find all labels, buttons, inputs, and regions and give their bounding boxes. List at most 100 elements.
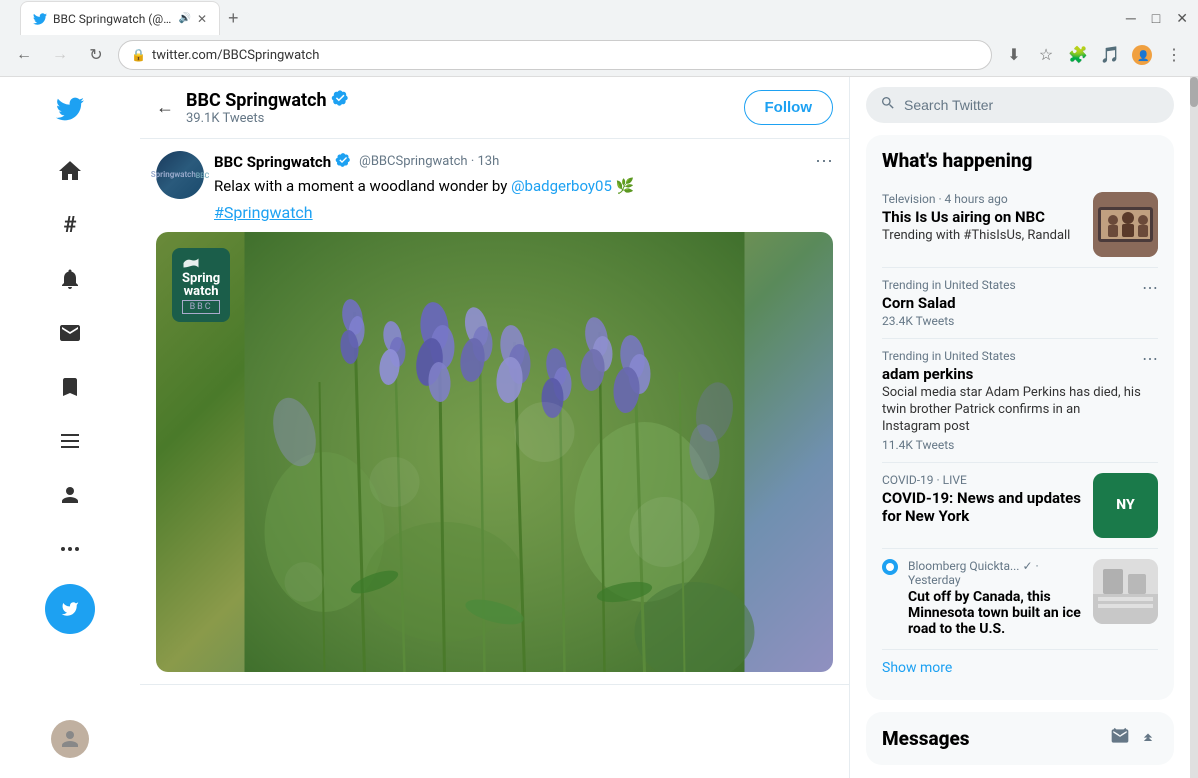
lock-icon: 🔒	[131, 48, 146, 62]
tweet-author-row: BBC Springwatch @BBCSpringwatch · 13h ⋯	[214, 151, 833, 172]
tweet-verified-badge	[335, 152, 351, 172]
browser-tab[interactable]: BBC Springwatch (@BBCSpr... 🔊 ✕	[20, 1, 220, 35]
sidebar-item-more[interactable]	[45, 524, 95, 574]
springwatch-watermark: Spring watch BBC	[172, 248, 230, 322]
trending-minnesota-row: Bloomberg Quickta... ✓ · Yesterday Cut o…	[882, 559, 1158, 639]
tweet-emoji: 🌿	[616, 177, 635, 195]
window-controls: ─ □ ✕	[1126, 10, 1188, 27]
close-button[interactable]: ✕	[1176, 10, 1188, 27]
sidebar-item-profile[interactable]	[45, 470, 95, 520]
trending-box: What's happening Television · 4 hours ag…	[866, 135, 1174, 700]
trending-item-content-row: Television · 4 hours ago This Is Us airi…	[882, 192, 1158, 257]
trending-meta-covid: COVID-19 · LIVE	[882, 473, 1083, 487]
tweet-mention[interactable]: @badgerboy05	[511, 177, 612, 195]
tweet-author-avatar[interactable]: Spring watch BBC	[156, 151, 204, 199]
trending-item-covid[interactable]: COVID-19 · LIVE COVID-19: News and updat…	[882, 463, 1158, 549]
profile-avatar-icon[interactable]: 👤	[1128, 41, 1156, 69]
forward-nav-button[interactable]: →	[46, 41, 74, 69]
trending-meta-corn: Trending in United States	[882, 278, 1016, 292]
trending-covid-row: COVID-19 · LIVE COVID-19: News and updat…	[882, 473, 1158, 538]
right-scrollbar[interactable]	[1190, 77, 1198, 778]
trending-desc: Trending with #ThisIsUs, Randall	[882, 228, 1083, 245]
trending-name-adam: adam perkins	[882, 365, 1142, 383]
tweet-hashtag-line: #Springwatch	[214, 203, 833, 222]
sidebar-item-messages[interactable]	[45, 308, 95, 358]
tab-title: BBC Springwatch (@BBCSpr...	[53, 12, 172, 26]
address-actions: ⬇ ☆ 🧩 🎵 👤 ⋮	[1000, 41, 1188, 69]
trending-name-corn: Corn Salad	[882, 294, 1016, 312]
profile-header-left: ← BBC Springwatch 39.1K Tweets	[156, 89, 349, 126]
sidebar: #	[0, 77, 140, 778]
address-bar: ← → ↻ 🔒 twitter.com/BBCSpringwatch ⬇ ☆ 🧩…	[0, 36, 1198, 76]
sidebar-item-bookmarks[interactable]	[45, 362, 95, 412]
trending-count-corn: 23.4K Tweets	[882, 314, 1016, 328]
trending-item-header-adam: Trending in United States adam perkins S…	[882, 349, 1158, 452]
download-icon[interactable]: ⬇	[1000, 41, 1028, 69]
tweet-author-name: BBC Springwatch	[214, 153, 331, 171]
trending-meta-adam: Trending in United States	[882, 349, 1142, 363]
sidebar-item-lists[interactable]	[45, 416, 95, 466]
refresh-button[interactable]: ↻	[82, 41, 110, 69]
trending-text: Trending in United States Corn Salad 23.…	[882, 278, 1016, 328]
trending-meta: Television · 4 hours ago	[882, 192, 1083, 206]
url-bar[interactable]: 🔒 twitter.com/BBCSpringwatch	[118, 40, 992, 70]
profile-header: ← BBC Springwatch 39.1K Tweets Follow	[140, 77, 849, 139]
trending-title: What's happening	[882, 149, 1158, 172]
trending-item-header: Trending in United States Corn Salad 23.…	[882, 278, 1158, 328]
extensions-icon[interactable]: 🧩	[1064, 41, 1092, 69]
tweet-more-button[interactable]: ⋯	[815, 151, 833, 172]
trending-more-corn[interactable]: ⋯	[1142, 278, 1158, 297]
svg-text:👤: 👤	[1137, 49, 1149, 62]
bloomberg-avatar	[882, 559, 898, 575]
messages-box: Messages	[866, 712, 1174, 765]
trending-minnesota-text: Bloomberg Quickta... ✓ · Yesterday Cut o…	[908, 559, 1083, 639]
sidebar-item-home[interactable]	[45, 146, 95, 196]
sidebar-item-explore[interactable]: #	[45, 200, 95, 250]
messages-title: Messages	[882, 727, 970, 750]
tweet-hashtag[interactable]: #Springwatch	[214, 203, 313, 222]
chrome-menu-icon[interactable]: ⋮	[1160, 41, 1188, 69]
profile-name-block: BBC Springwatch 39.1K Tweets	[186, 89, 349, 126]
trending-meta-minn: Bloomberg Quickta... ✓ · Yesterday	[908, 559, 1083, 587]
title-bar: BBC Springwatch (@BBCSpr... 🔊 ✕ + ─ □ ✕	[0, 0, 1198, 36]
collapse-messages-button[interactable]	[1138, 726, 1158, 751]
trending-covid-text: COVID-19 · LIVE COVID-19: News and updat…	[882, 473, 1083, 527]
media-control-icon[interactable]: 🎵	[1096, 41, 1124, 69]
tab-close-btn[interactable]: ✕	[197, 12, 207, 26]
right-panel: What's happening Television · 4 hours ag…	[850, 77, 1190, 778]
show-more-link[interactable]: Show more	[882, 650, 1158, 686]
bluebell-svg	[156, 232, 833, 672]
minnesota-thumbnail	[1093, 559, 1158, 624]
verified-badge	[331, 89, 349, 111]
trending-more-adam[interactable]: ⋯	[1142, 349, 1158, 368]
twitter-logo[interactable]	[48, 87, 92, 138]
sidebar-item-notifications[interactable]	[45, 254, 95, 304]
search-input[interactable]	[904, 97, 1160, 113]
profile-display-name: BBC Springwatch	[186, 89, 349, 111]
trending-item-corn-salad[interactable]: Trending in United States Corn Salad 23.…	[882, 268, 1158, 339]
messages-header: Messages	[882, 726, 1158, 751]
twitter-search-bar[interactable]	[866, 87, 1174, 123]
maximize-button[interactable]: □	[1152, 10, 1160, 27]
back-nav-button[interactable]: ←	[10, 41, 38, 69]
sidebar-user-avatar[interactable]	[51, 720, 89, 768]
trending-name-minn: Cut off by Canada, this Minnesota town b…	[908, 589, 1083, 637]
new-tab-button[interactable]: +	[220, 8, 247, 29]
bookmark-star-icon[interactable]: ☆	[1032, 41, 1060, 69]
tweet-image[interactable]: Spring watch BBC	[156, 232, 833, 672]
trending-item-minnesota[interactable]: Bloomberg Quickta... ✓ · Yesterday Cut o…	[882, 549, 1158, 650]
profile-tweet-count: 39.1K Tweets	[186, 111, 349, 126]
tweet-handle: @BBCSpringwatch · 13h	[359, 154, 499, 169]
compose-message-button[interactable]	[1110, 726, 1130, 751]
bloomberg-header	[882, 559, 898, 575]
back-button[interactable]: ←	[156, 97, 174, 118]
minimize-button[interactable]: ─	[1126, 10, 1136, 27]
follow-button[interactable]: Follow	[744, 90, 834, 125]
trending-name: This Is Us airing on NBC	[882, 208, 1083, 226]
tweet-compose-button[interactable]	[45, 584, 95, 634]
scrollbar-thumb[interactable]	[1190, 77, 1198, 107]
covid-thumbnail: NY	[1093, 473, 1158, 538]
trending-count-adam: 11.4K Tweets	[882, 438, 1142, 452]
trending-item-this-is-us[interactable]: Television · 4 hours ago This Is Us airi…	[882, 182, 1158, 268]
trending-item-adam-perkins[interactable]: Trending in United States adam perkins S…	[882, 339, 1158, 463]
